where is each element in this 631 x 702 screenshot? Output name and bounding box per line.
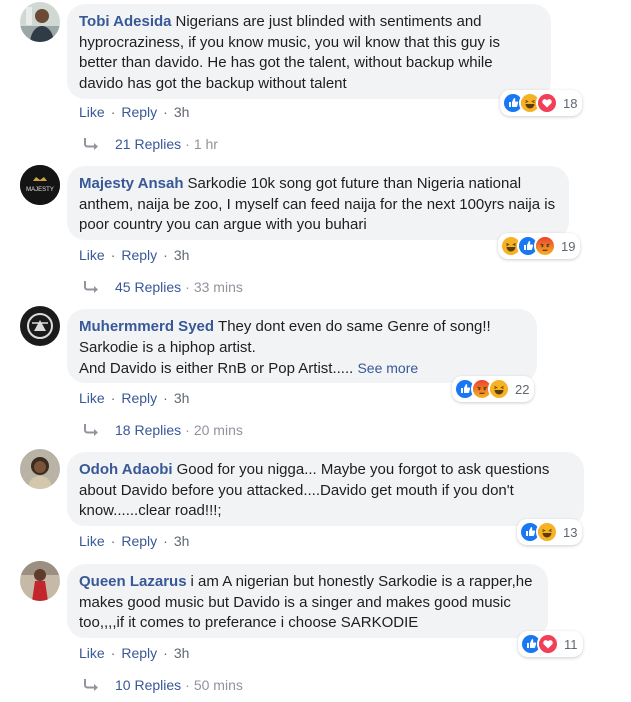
reply-arrow-icon xyxy=(83,280,101,294)
reply-arrow-icon xyxy=(83,137,101,151)
see-more-link[interactable]: See more xyxy=(357,360,418,376)
like-button[interactable]: Like xyxy=(79,104,105,120)
comment-bubble: Majesty Ansah Sarkodie 10k song got futur… xyxy=(67,166,569,240)
comment-text-block: Queen Lazarus i am A nigerian but honestl… xyxy=(79,572,536,634)
reactions-summary[interactable]: 13 xyxy=(517,519,583,545)
comment-time[interactable]: 3h xyxy=(174,390,190,406)
comment-author[interactable]: Odoh Adaobi xyxy=(79,461,173,478)
replies-time: 33 mins xyxy=(193,279,243,295)
reply-button[interactable]: Reply xyxy=(121,247,157,263)
view-replies[interactable]: 45 Replies · 33 mins xyxy=(83,279,243,295)
comment-author[interactable]: Tobi Adesida xyxy=(79,13,172,30)
avatar[interactable] xyxy=(20,449,60,489)
view-replies[interactable]: 10 Replies · 50 mins xyxy=(83,677,243,693)
reaction-count: 11 xyxy=(564,636,578,652)
love-icon xyxy=(536,92,558,114)
separator: · xyxy=(185,136,190,152)
like-button[interactable]: Like xyxy=(79,645,105,661)
reaction-count: 18 xyxy=(563,95,578,111)
like-button[interactable]: Like xyxy=(79,247,105,263)
comment-author[interactable]: Muhermmerd Syed xyxy=(79,318,214,335)
comment-actions: Like · Reply · 3h xyxy=(79,104,189,120)
comment-time[interactable]: 3h xyxy=(174,645,190,661)
reaction-count: 22 xyxy=(515,381,530,397)
separator: · xyxy=(110,533,116,549)
reply-button[interactable]: Reply xyxy=(121,104,157,120)
avatar[interactable] xyxy=(20,561,60,601)
replies-time: 20 mins xyxy=(193,422,243,438)
replies-time: 1 hr xyxy=(193,136,218,152)
comment-bubble: Queen Lazarus i am A nigerian but honestl… xyxy=(67,564,548,638)
avatar[interactable]: MAJESTY xyxy=(20,165,60,205)
angry-icon xyxy=(534,235,556,257)
comment-text-block: Odoh Adaobi Good for you nigga... Maybe y… xyxy=(79,460,572,522)
love-icon xyxy=(537,633,559,655)
replies-count[interactable]: 21 Replies xyxy=(115,136,181,152)
separator: · xyxy=(163,247,168,263)
comment-actions: Like · Reply · 3h xyxy=(79,533,189,549)
replies-count[interactable]: 45 Replies xyxy=(115,279,181,295)
comment-actions: Like · Reply · 3h xyxy=(79,390,189,406)
comment-text-block: Majesty Ansah Sarkodie 10k song got futur… xyxy=(79,174,557,236)
reply-button[interactable]: Reply xyxy=(121,533,157,549)
separator: · xyxy=(163,104,168,120)
avatar-text: MAJESTY xyxy=(26,187,54,193)
reaction-count: 19 xyxy=(561,238,576,254)
reactions-summary[interactable]: 19 xyxy=(498,233,581,259)
separator: · xyxy=(185,677,190,693)
comment-time[interactable]: 3h xyxy=(174,247,190,263)
comment-text-line: And Davido is either RnB or Pop Artist..… xyxy=(79,360,354,377)
view-replies[interactable]: 21 Replies · 1 hr xyxy=(83,136,218,152)
replies-time: 50 mins xyxy=(193,677,243,693)
comment-author[interactable]: Majesty Ansah xyxy=(79,175,183,192)
comment-bubble: Muhermmerd Syed They dont even do same Ge… xyxy=(67,309,537,383)
comment-actions: Like · Reply · 3h xyxy=(79,247,189,263)
reaction-count: 13 xyxy=(563,524,578,540)
comment-text-block: Muhermmerd Syed They dont even do same Ge… xyxy=(79,317,525,380)
like-button[interactable]: Like xyxy=(79,390,105,406)
haha-icon xyxy=(536,521,558,543)
separator: · xyxy=(110,104,116,120)
comment-time[interactable]: 3h xyxy=(174,533,190,549)
like-button[interactable]: Like xyxy=(79,533,105,549)
separator: · xyxy=(110,645,116,661)
reply-button[interactable]: Reply xyxy=(121,645,157,661)
reactions-summary[interactable]: 22 xyxy=(452,376,535,402)
comment-time[interactable]: 3h xyxy=(174,104,190,120)
separator: · xyxy=(185,279,190,295)
reply-arrow-icon xyxy=(83,423,101,437)
replies-count[interactable]: 18 Replies xyxy=(115,422,181,438)
comment-bubble: Odoh Adaobi Good for you nigga... Maybe y… xyxy=(67,452,584,526)
separator: · xyxy=(163,533,168,549)
comment-bubble: Tobi Adesida Nigerians are just blinded w… xyxy=(67,4,551,99)
separator: · xyxy=(110,247,116,263)
separator: · xyxy=(110,390,116,406)
reactions-summary[interactable]: 11 xyxy=(518,631,583,657)
avatar[interactable] xyxy=(20,2,60,42)
separator: · xyxy=(185,422,190,438)
comment-text-block: Tobi Adesida Nigerians are just blinded w… xyxy=(79,12,539,94)
comment-author[interactable]: Queen Lazarus xyxy=(79,573,187,590)
reply-button[interactable]: Reply xyxy=(121,390,157,406)
separator: · xyxy=(163,390,168,406)
haha-icon xyxy=(488,378,510,400)
reactions-summary[interactable]: 18 xyxy=(500,90,583,116)
replies-count[interactable]: 10 Replies xyxy=(115,677,181,693)
separator: · xyxy=(163,645,168,661)
reply-arrow-icon xyxy=(83,678,101,692)
view-replies[interactable]: 18 Replies · 20 mins xyxy=(83,422,243,438)
comment-actions: Like · Reply · 3h xyxy=(79,645,189,661)
avatar[interactable] xyxy=(20,306,60,346)
